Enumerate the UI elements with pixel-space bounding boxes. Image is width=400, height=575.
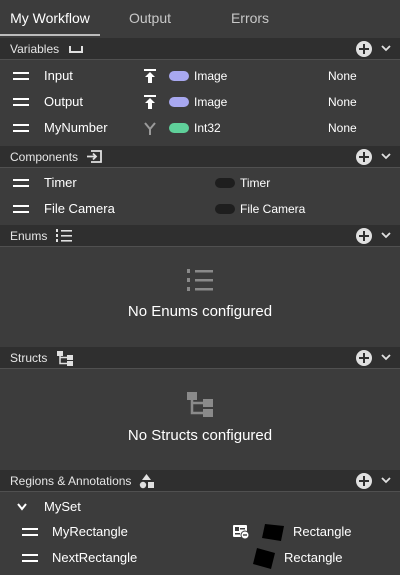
component-row[interactable]: File Camera File Camera xyxy=(0,197,400,223)
variable-value[interactable]: None xyxy=(328,95,357,109)
tab-bar: My Workflow Output Errors xyxy=(0,0,400,36)
chevron-down-icon[interactable] xyxy=(16,502,28,512)
component-name: File Camera xyxy=(44,201,115,216)
rectangle-shape-icon xyxy=(262,524,284,541)
enums-title: Enums xyxy=(10,229,48,243)
add-component-button[interactable] xyxy=(356,149,372,165)
list-numbered-icon xyxy=(56,229,72,242)
drag-handle-icon[interactable] xyxy=(22,528,38,536)
chevron-down-icon[interactable] xyxy=(380,42,392,54)
region-row[interactable]: MyRectangle Rectangle xyxy=(0,519,400,545)
region-name: NextRectangle xyxy=(52,550,138,565)
components-title: Components xyxy=(10,150,79,164)
tab-output[interactable]: Output xyxy=(100,0,200,36)
enums-empty-message: No Enums configured xyxy=(127,303,273,320)
component-type-swatch xyxy=(215,178,235,188)
variable-type: Image xyxy=(194,95,228,109)
annotation-edit-icon[interactable] xyxy=(232,524,250,540)
variable-type: Int32 xyxy=(194,121,221,135)
variables-header: Variables xyxy=(0,38,400,60)
regions-header: Regions & Annotations xyxy=(0,470,400,492)
chevron-down-icon[interactable] xyxy=(380,351,392,363)
variable-name: Output xyxy=(44,94,84,109)
drag-handle-icon[interactable] xyxy=(13,72,29,80)
add-enum-button[interactable] xyxy=(356,228,372,244)
region-row[interactable]: NextRectangle Rectangle xyxy=(0,545,400,571)
upload-icon xyxy=(144,69,156,83)
component-input-icon xyxy=(87,150,102,163)
drag-handle-icon[interactable] xyxy=(22,554,38,562)
variables-title: Variables xyxy=(10,42,60,56)
struct-tree-icon xyxy=(57,351,73,366)
structs-empty-message: No Structs configured xyxy=(127,427,273,444)
fork-icon xyxy=(144,122,156,135)
shapes-icon xyxy=(139,474,154,489)
add-region-button[interactable] xyxy=(356,473,372,489)
rectangle-shape-icon xyxy=(253,548,275,569)
variable-row[interactable]: MyNumber Int32 None xyxy=(0,115,400,141)
region-type: Rectangle xyxy=(293,524,352,539)
image-type-swatch xyxy=(169,71,189,81)
variable-type: Image xyxy=(194,69,228,83)
component-row[interactable]: Timer Timer xyxy=(0,171,400,197)
component-type: Timer xyxy=(240,176,271,190)
enum-empty-icon xyxy=(187,269,213,291)
variable-name: Input xyxy=(44,68,73,83)
chevron-down-icon[interactable] xyxy=(380,474,392,486)
structs-title: Structs xyxy=(10,351,48,365)
chevron-down-icon[interactable] xyxy=(380,150,392,162)
image-type-swatch xyxy=(169,97,189,107)
region-group-row[interactable]: MySet xyxy=(0,494,400,520)
drag-handle-icon[interactable] xyxy=(13,98,29,106)
drag-handle-icon[interactable] xyxy=(13,179,29,187)
drag-handle-icon[interactable] xyxy=(13,205,29,213)
upload-icon xyxy=(144,95,156,109)
region-name: MyRectangle xyxy=(52,524,128,539)
variable-value[interactable]: None xyxy=(328,121,357,135)
add-variable-button[interactable] xyxy=(356,41,372,57)
structs-header: Structs xyxy=(0,347,400,369)
chevron-down-icon[interactable] xyxy=(380,229,392,241)
component-type-swatch xyxy=(215,204,235,214)
component-name: Timer xyxy=(44,175,77,190)
drag-handle-icon[interactable] xyxy=(13,124,29,132)
enums-header: Enums xyxy=(0,225,400,247)
variable-name: MyNumber xyxy=(44,120,108,135)
add-struct-button[interactable] xyxy=(356,350,372,366)
tab-my-workflow[interactable]: My Workflow xyxy=(0,0,100,36)
variable-row[interactable]: Output Image None xyxy=(0,89,400,115)
component-type: File Camera xyxy=(240,202,306,216)
variable-value[interactable]: None xyxy=(328,69,357,83)
region-group-name: MySet xyxy=(44,499,81,514)
components-header: Components xyxy=(0,146,400,168)
regions-title: Regions & Annotations xyxy=(10,474,132,488)
tab-errors[interactable]: Errors xyxy=(200,0,300,36)
int-type-swatch xyxy=(169,123,189,133)
region-type: Rectangle xyxy=(284,550,343,565)
struct-empty-icon xyxy=(187,392,213,417)
variable-icon xyxy=(69,46,83,53)
variable-row[interactable]: Input Image None xyxy=(0,63,400,89)
